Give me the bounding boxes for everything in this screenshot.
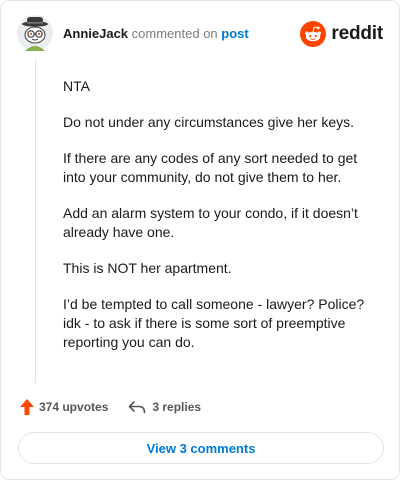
post-link[interactable]: post: [221, 26, 248, 41]
upvote-button[interactable]: 374 upvotes: [19, 398, 108, 416]
reddit-brand[interactable]: reddit: [300, 21, 383, 47]
comment-paragraph: Add an alarm system to your condo, if it…: [63, 205, 358, 240]
upvote-arrow-icon: [20, 399, 34, 415]
replies-button[interactable]: 3 replies: [128, 400, 201, 414]
thread-line: [35, 59, 36, 383]
comment-body: NTA Do not under any circumstances give …: [63, 77, 379, 369]
comment-paragraph: I’d be tempted to call someone - lawyer?…: [63, 296, 365, 350]
comment-actions: 374 upvotes 3 replies: [19, 398, 201, 416]
view-comments-button[interactable]: View 3 comments: [18, 432, 384, 464]
comment-card: AnnieJack commented on post reddit NTA D…: [0, 0, 400, 480]
comment-header: AnnieJack commented on post: [63, 27, 249, 41]
reddit-wordmark: reddit: [331, 23, 383, 44]
comment-paragraph: This is NOT her apartment.: [63, 260, 232, 276]
reply-arrow-icon: [129, 401, 146, 414]
comment-paragraph: If there are any codes of any sort neede…: [63, 150, 358, 185]
comment-paragraph: Do not under any circumstances give her …: [63, 114, 355, 130]
upvote-count: 374 upvotes: [39, 400, 109, 414]
comment-paragraph: NTA: [63, 78, 90, 94]
replies-count: 3 replies: [152, 400, 202, 414]
avatar-snoo-icon: [17, 15, 53, 51]
username-link[interactable]: AnnieJack: [63, 26, 128, 41]
commented-on-label: commented on: [131, 26, 218, 41]
reddit-logo-icon: [300, 21, 327, 47]
avatar[interactable]: [17, 15, 53, 51]
